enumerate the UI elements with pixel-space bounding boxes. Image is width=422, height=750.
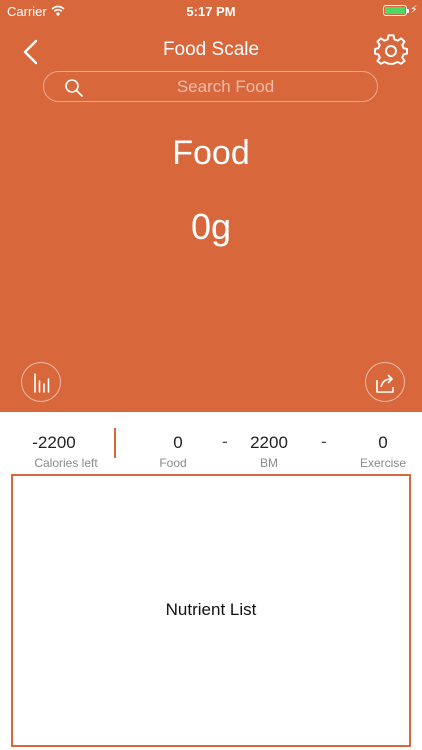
share-button[interactable]	[365, 362, 405, 402]
exercise-label: Exercise	[359, 456, 406, 470]
exercise-value: 0	[378, 433, 388, 452]
charging-icon: ⚡	[410, 4, 418, 16]
bar-chart-icon	[34, 373, 50, 393]
bm-label: BM	[260, 456, 278, 470]
bm-value: 2200	[250, 433, 288, 452]
nutrient-list-title: Nutrient List	[165, 600, 257, 619]
calories-left-label: Calories left	[34, 456, 98, 470]
header-panel: Carrier 5:17 PM ⚡ Food Scale Search Food…	[0, 0, 422, 412]
calories-left-value: -2200	[32, 433, 76, 452]
status-bar: Carrier 5:17 PM ⚡	[0, 0, 422, 22]
settings-button[interactable]	[374, 34, 408, 68]
minus-sign: -	[222, 432, 228, 451]
clock: 5:17 PM	[186, 4, 236, 19]
minus-sign: -	[321, 432, 327, 451]
food-calories-value: 0	[173, 433, 183, 452]
calorie-summary: -2200 Calories left 0 Food - 2200 BM - 0…	[0, 412, 422, 474]
share-icon	[376, 374, 394, 393]
food-weight: 0g	[190, 206, 232, 247]
nutrient-list[interactable]: Nutrient List	[11, 474, 411, 747]
page-title: Food Scale	[162, 39, 260, 60]
search-input[interactable]	[94, 72, 357, 101]
chart-button[interactable]	[21, 362, 61, 402]
summary-divider	[114, 428, 116, 458]
search-bar[interactable]	[43, 71, 378, 102]
search-icon	[65, 79, 83, 97]
battery-icon	[383, 5, 409, 16]
food-calories-label: Food	[159, 456, 187, 470]
food-name: Food	[172, 134, 250, 172]
gear-icon	[374, 34, 408, 65]
